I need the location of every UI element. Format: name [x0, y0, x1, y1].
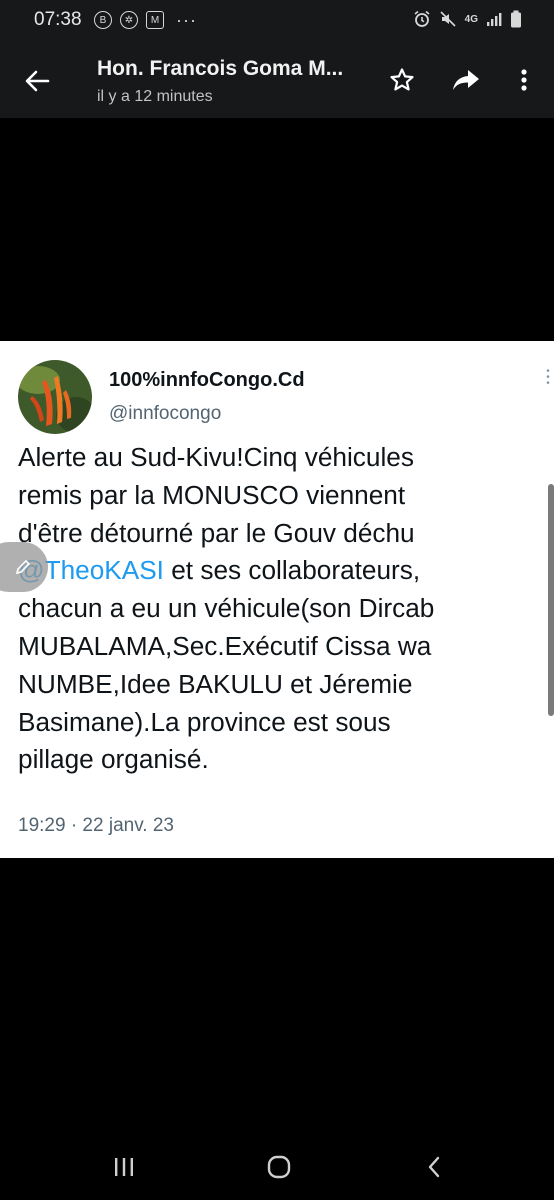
recent-apps-icon: [115, 1158, 133, 1176]
alarm-icon: [414, 10, 430, 27]
home-icon: [267, 1155, 291, 1179]
account-handle: @innfocongo: [109, 403, 222, 424]
status-left-icons: B ✲ M ···: [94, 11, 197, 29]
tweet-line-mention: @TheoKASI et ses collaborateurs,: [18, 552, 548, 590]
more-options-button[interactable]: [506, 62, 542, 98]
share-icon: [453, 70, 479, 90]
recent-apps-button[interactable]: [104, 1152, 144, 1182]
account-name: 100%innfoCongo.Cd: [109, 369, 305, 391]
page-title: Hon. Francois Goma M...: [97, 57, 344, 80]
edge-panel-handle[interactable]: [0, 542, 48, 592]
more-dots-icon: ···: [176, 10, 197, 30]
back-button[interactable]: [22, 66, 52, 96]
tweet-line: Alerte au Sud-Kivu!Cinq véhicules: [18, 442, 414, 472]
page-subtitle: il y a 12 minutes: [97, 88, 213, 105]
pinwheel-icon: ✲: [120, 11, 138, 29]
tweet-line: MUBALAMA,Sec.Exécutif Cissa wa: [18, 630, 432, 661]
tweet-card: 100%innfoCongo.Cd @innfocongo • • • Alerte…: [0, 341, 554, 858]
tweet-menu-icon: • • •: [546, 366, 550, 389]
tweet-line: Basimane).La province est sous: [18, 706, 391, 737]
pencil-icon: [15, 559, 31, 575]
tweet-line-rest: et ses collaborateurs,: [163, 555, 421, 586]
tweet-text: Alerte au Sud-Kivu!Cinq véhicules remis …: [18, 439, 548, 779]
tweet-line: NUMBE,Idee BAKULU et Jéremie: [18, 668, 413, 699]
network-4g-icon: 4G: [464, 13, 478, 25]
avatar: [18, 360, 92, 434]
tweet-timestamp: 19:29 · 22 janv. 23: [18, 815, 174, 836]
status-right-icons: 4G: [413, 10, 522, 28]
signal-icon: [487, 13, 502, 26]
star-icon: [390, 68, 414, 91]
mute-icon: [440, 11, 456, 27]
b-circle-icon: B: [94, 11, 112, 29]
scrollbar-thumb[interactable]: [548, 484, 554, 716]
navigation-bar: [0, 1130, 554, 1200]
back-icon: [428, 1156, 440, 1178]
battery-icon: [511, 10, 521, 28]
star-button[interactable]: [384, 62, 420, 98]
more-vert-icon: [521, 69, 527, 91]
status-time: 07:38: [34, 9, 82, 30]
m-square-icon: M: [146, 11, 164, 29]
tweet-line: chacun a eu un véhicule(son Dircab: [18, 593, 435, 624]
share-button[interactable]: [448, 62, 484, 98]
nav-back-button[interactable]: [414, 1152, 454, 1182]
tweet-line: d'être détourné par le Gouv déchu: [18, 517, 415, 548]
home-button[interactable]: [259, 1152, 299, 1182]
status-bar: 07:38 B ✲ M ··· 4G: [0, 0, 554, 42]
app-header: Hon. Francois Goma M... il y a 12 minute…: [0, 42, 554, 118]
tweet-line: remis par la MONUSCO viennent: [18, 479, 406, 510]
back-arrow-icon: [25, 70, 50, 92]
tweet-line: pillage organisé.: [18, 744, 209, 775]
